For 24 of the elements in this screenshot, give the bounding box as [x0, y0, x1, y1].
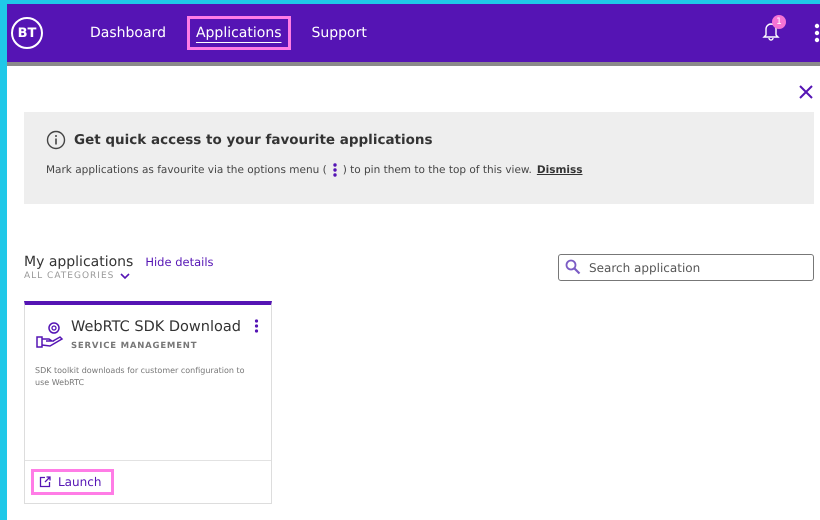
- info-icon: [46, 130, 66, 150]
- app-category: SERVICE MANAGEMENT: [71, 341, 198, 351]
- app-name[interactable]: WebRTC SDK Download: [71, 319, 248, 335]
- nav-tab[interactable]: Dashboard: [81, 16, 175, 50]
- banner-title: Get quick access to your favourite applications: [74, 132, 433, 148]
- app-description: SDK toolkit downloads for customer configuration to use WebRTC: [35, 365, 246, 389]
- chevron-icon: [120, 272, 130, 280]
- search-icon: [565, 259, 581, 275]
- banner-text: Mark applications as favourite via the options menu (: [46, 164, 327, 176]
- nav-tab[interactable]: Support: [302, 16, 376, 50]
- search-field[interactable]: Search application: [558, 254, 814, 281]
- close-icon[interactable]: [798, 84, 814, 100]
- hide-details-link[interactable]: Hide details: [145, 255, 214, 269]
- options-icon: [332, 162, 338, 178]
- section-title: My applications: [24, 254, 134, 270]
- nav-tab[interactable]: Applications: [186, 16, 290, 50]
- banner-text: ) to pin them to the top of this view.: [342, 164, 532, 176]
- dismiss-link[interactable]: Dismiss: [536, 164, 582, 176]
- logo[interactable]: BT: [11, 17, 43, 49]
- external-link-icon: [39, 476, 51, 488]
- notification-badge: 1: [772, 15, 786, 29]
- launch-button[interactable]: Launch: [31, 469, 114, 495]
- more-icon[interactable]: [254, 319, 259, 333]
- more-icon[interactable]: [814, 23, 820, 43]
